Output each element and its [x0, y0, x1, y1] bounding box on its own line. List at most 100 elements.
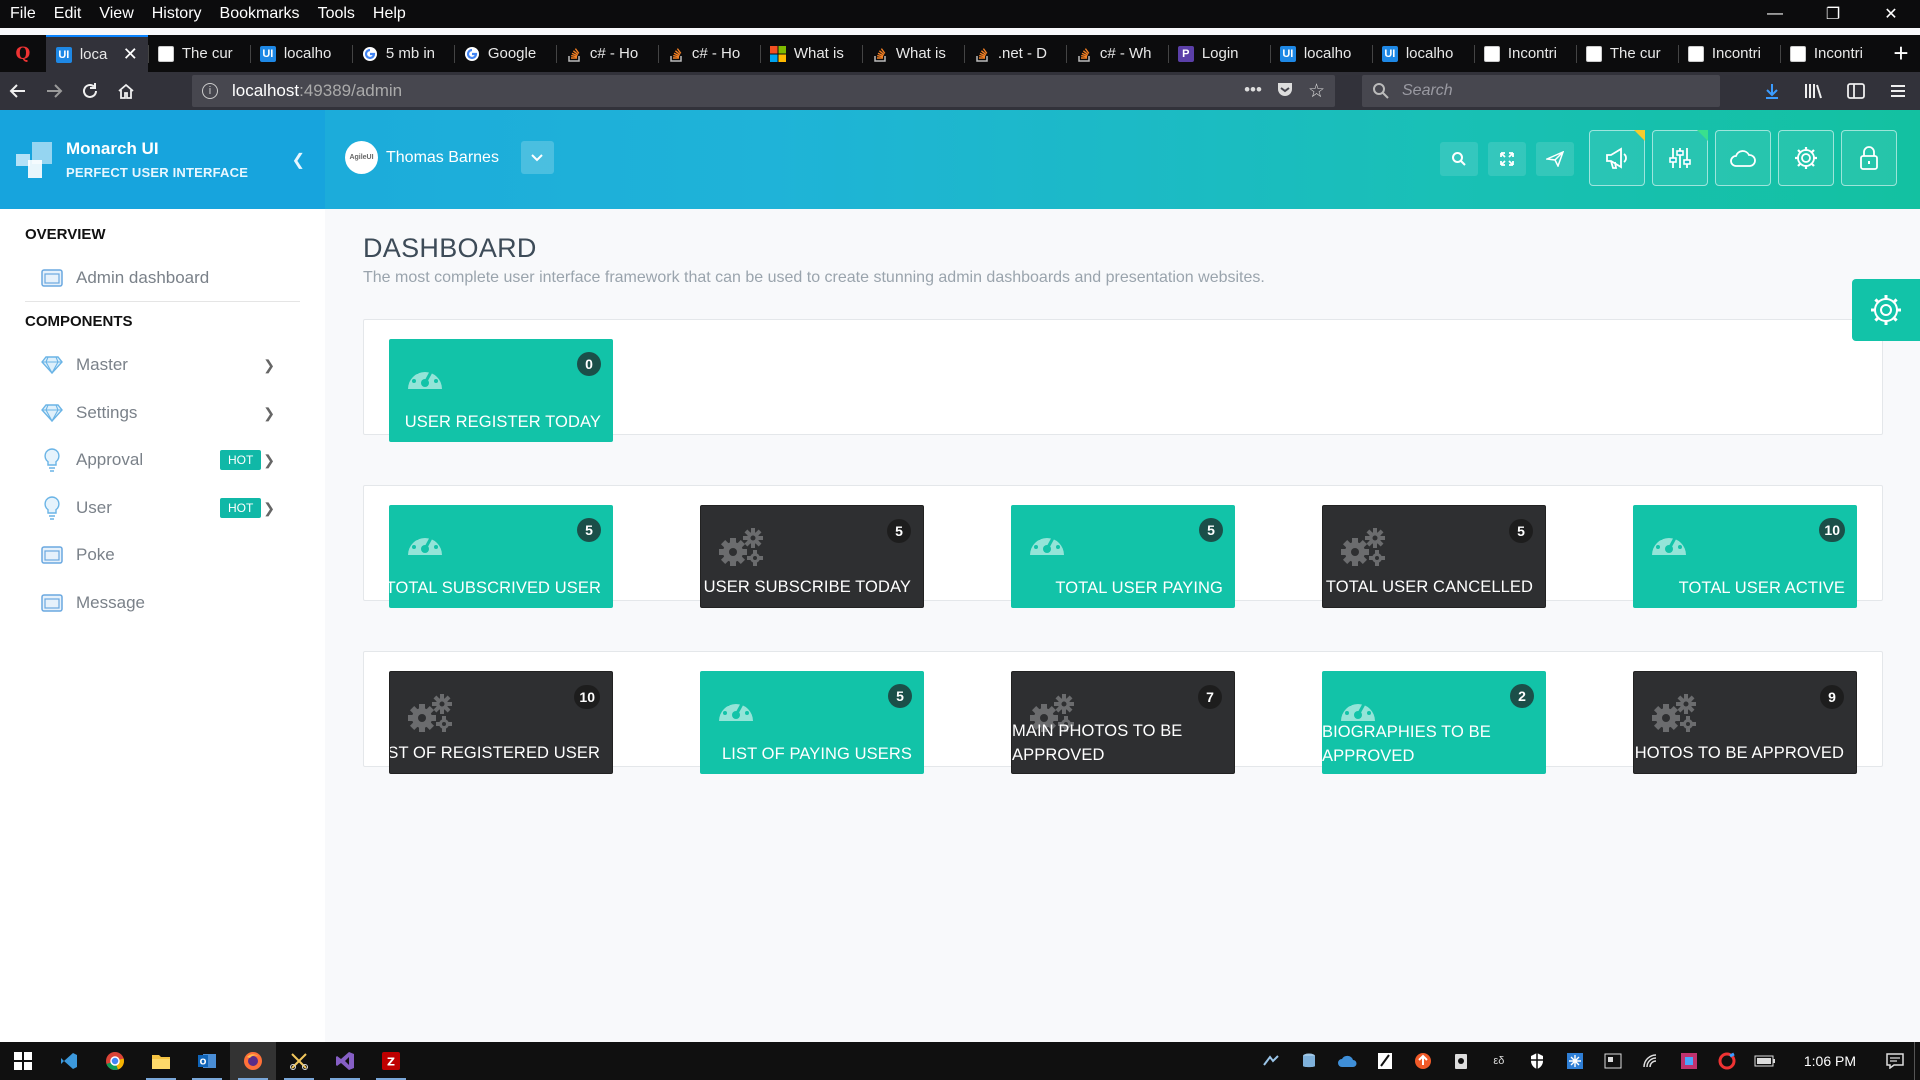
outlook-icon[interactable]: O [184, 1042, 230, 1080]
browser-tab[interactable]: The cur [147, 35, 250, 72]
file-explorer-icon[interactable] [138, 1042, 184, 1080]
sidebar-item-user[interactable]: User HOT ❯ [40, 494, 285, 522]
quora-icon[interactable]: Q [0, 35, 46, 72]
stat-card[interactable]: 10 LIST OF REGISTERED USER [389, 671, 613, 774]
download-icon[interactable] [1754, 73, 1790, 109]
menu-view[interactable]: View [90, 5, 142, 23]
theme-settings-button[interactable] [1852, 279, 1920, 341]
sidebar-item-admin-dashboard[interactable]: Admin dashboard [40, 264, 285, 292]
browser-tab[interactable]: UI localho [1269, 35, 1372, 72]
browser-tab[interactable]: Google [453, 35, 556, 72]
restore-icon[interactable]: ❐ [1804, 0, 1862, 28]
ccleaner-icon[interactable] [1708, 1042, 1746, 1080]
sidebar-item-message[interactable]: Message [40, 589, 285, 617]
browser-tab[interactable]: UI localho [249, 35, 352, 72]
url-bar[interactable]: i localhost:49389/admin ••• ☆ [192, 75, 1335, 107]
visual-studio-icon[interactable] [322, 1042, 368, 1080]
fullscreen-icon[interactable] [1488, 142, 1526, 176]
site-info-icon[interactable]: i [202, 83, 218, 99]
library-icon[interactable] [1796, 73, 1832, 109]
wifi-icon[interactable] [1632, 1042, 1670, 1080]
sidebar-toggle-icon[interactable] [1838, 73, 1874, 109]
minimize-icon[interactable]: — [1746, 0, 1804, 28]
upload-icon[interactable] [1404, 1042, 1442, 1080]
clipboard-icon[interactable] [1442, 1042, 1480, 1080]
new-tab-icon[interactable]: + [1882, 35, 1920, 72]
sidebar-item-poke[interactable]: Poke [40, 541, 285, 569]
browser-tab[interactable]: UI loca ✕ [45, 35, 148, 72]
menu-history[interactable]: History [143, 5, 211, 23]
firefox-icon[interactable] [230, 1042, 276, 1080]
browser-tab[interactable]: c# - Ho [657, 35, 760, 72]
stat-card[interactable]: 2 BIOGRAPHIES TO BE APPROVED [1322, 671, 1546, 774]
stat-card[interactable]: 10 TOTAL USER ACTIVE [1633, 505, 1857, 608]
megaphone-button[interactable] [1589, 130, 1645, 186]
sidebar-item-settings[interactable]: Settings ❯ [40, 399, 285, 427]
database-icon[interactable] [1290, 1042, 1328, 1080]
stat-card[interactable]: 0 USER REGISTER TODAY [389, 339, 613, 442]
browser-tab[interactable]: Incontri [1473, 35, 1576, 72]
browser-tab[interactable]: c# - Wh [1065, 35, 1168, 72]
windows-start-icon[interactable] [0, 1042, 46, 1080]
sliders-button[interactable] [1652, 130, 1708, 186]
show-desktop-button[interactable] [1914, 1042, 1920, 1080]
browser-tab[interactable]: What is [861, 35, 964, 72]
pocket-icon[interactable] [1276, 80, 1294, 103]
stat-card[interactable]: 9 PHOTOS TO BE APPROVED [1633, 671, 1857, 774]
chrome-icon[interactable] [92, 1042, 138, 1080]
browser-tab[interactable]: .net - D [963, 35, 1066, 72]
notifications-icon[interactable] [1876, 1042, 1914, 1080]
onedrive-icon[interactable] [1328, 1042, 1366, 1080]
language-icon[interactable]: εδ [1480, 1042, 1518, 1080]
forward-icon[interactable] [36, 73, 72, 109]
stat-card[interactable]: 5 TOTAL USER CANCELLED [1322, 505, 1546, 608]
snipping-tool-icon[interactable] [276, 1042, 322, 1080]
filezilla-icon[interactable]: Z [368, 1042, 414, 1080]
close-window-icon[interactable]: ✕ [1862, 0, 1920, 28]
page-actions-icon[interactable]: ••• [1244, 80, 1262, 103]
stat-card[interactable]: 5 TOTAL USER PAYING [1011, 505, 1235, 608]
home-icon[interactable] [108, 73, 144, 109]
menu-tools[interactable]: Tools [309, 5, 364, 23]
sidebar-item-approval[interactable]: Approval HOT ❯ [40, 446, 285, 474]
browser-tab[interactable]: Incontri [1779, 35, 1882, 72]
stat-card[interactable]: 5 TOTAL SUBSCRIVED USER [389, 505, 613, 608]
back-icon[interactable] [0, 73, 36, 109]
browser-tab[interactable]: 5 mb in [351, 35, 454, 72]
stat-card[interactable]: 5 USER SUBSCRIBE TODAY [700, 505, 924, 608]
stat-card[interactable]: 7 MAIN PHOTOS TO BE APPROVED [1011, 671, 1235, 774]
menu-edit[interactable]: Edit [45, 5, 91, 23]
close-tab-icon[interactable]: ✕ [123, 44, 138, 65]
vscode-icon[interactable] [46, 1042, 92, 1080]
menu-help[interactable]: Help [364, 5, 415, 23]
stat-card[interactable]: 5 LIST OF PAYING USERS [700, 671, 924, 774]
user-menu[interactable]: AgileUI Thomas Barnes [345, 141, 554, 174]
browser-tab[interactable]: c# - Ho [555, 35, 658, 72]
taskbar-clock[interactable]: 1:06 PM [1784, 1053, 1876, 1069]
browser-tab[interactable]: P Login [1167, 35, 1270, 72]
notepadpp-icon[interactable] [1366, 1042, 1404, 1080]
tray-app-icon[interactable] [1252, 1042, 1290, 1080]
chevron-down-icon[interactable] [520, 141, 554, 174]
reload-icon[interactable] [72, 73, 108, 109]
paper-plane-icon[interactable] [1536, 142, 1574, 176]
browser-tab[interactable]: The cur [1575, 35, 1678, 72]
colorful-app-icon[interactable] [1670, 1042, 1708, 1080]
snowflake-icon[interactable] [1556, 1042, 1594, 1080]
cloud-button[interactable] [1715, 130, 1771, 186]
menu-file[interactable]: File [0, 5, 45, 23]
browser-tab[interactable]: Incontri [1677, 35, 1780, 72]
settings-button[interactable] [1778, 130, 1834, 186]
browser-tab[interactable]: UI localho [1371, 35, 1474, 72]
search-bar[interactable]: Search [1362, 75, 1720, 107]
action-center-app-icon[interactable] [1594, 1042, 1632, 1080]
hamburger-menu-icon[interactable] [1880, 73, 1916, 109]
lock-button[interactable] [1841, 130, 1897, 186]
search-icon[interactable] [1440, 142, 1478, 176]
browser-tab[interactable]: What is [759, 35, 862, 72]
menu-bookmarks[interactable]: Bookmarks [211, 5, 309, 23]
battery-icon[interactable] [1746, 1042, 1784, 1080]
collapse-sidebar-icon[interactable]: ❮ [292, 150, 305, 170]
shield-icon[interactable] [1518, 1042, 1556, 1080]
bookmark-star-icon[interactable]: ☆ [1308, 80, 1325, 103]
